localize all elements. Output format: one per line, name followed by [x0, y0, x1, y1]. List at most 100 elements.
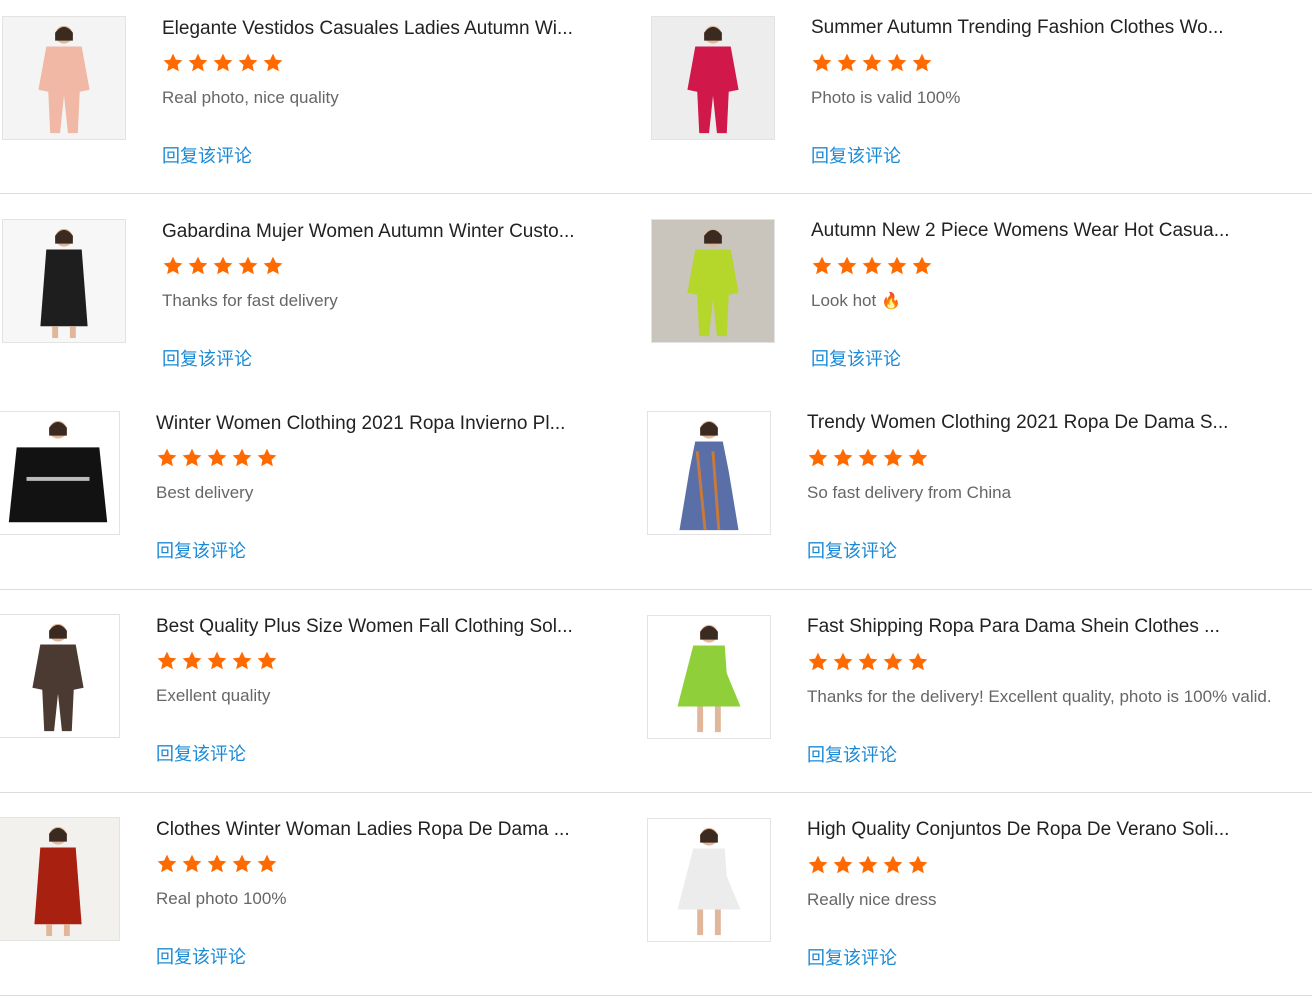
- product-title[interactable]: Fast Shipping Ropa Para Dama Shein Cloth…: [807, 615, 1237, 639]
- product-title[interactable]: High Quality Conjuntos De Ropa De Verano…: [807, 818, 1237, 842]
- reply-to-review-link[interactable]: 回复该评论: [162, 145, 252, 167]
- product-thumbnail[interactable]: [651, 219, 775, 343]
- star-icon: [156, 650, 178, 672]
- rating-stars: [807, 447, 929, 469]
- product-thumbnail[interactable]: [647, 818, 771, 942]
- star-icon: [907, 854, 929, 876]
- star-icon: [807, 854, 829, 876]
- star-icon: [187, 52, 209, 74]
- product-title[interactable]: Best Quality Plus Size Women Fall Clothi…: [156, 615, 586, 639]
- star-icon: [857, 854, 879, 876]
- fire-emoji-icon: 🔥: [881, 293, 902, 310]
- rating-stars: [807, 651, 929, 673]
- reply-to-review-link[interactable]: 回复该评论: [156, 540, 246, 562]
- row-divider: [646, 792, 1312, 793]
- star-icon: [212, 52, 234, 74]
- product-title[interactable]: Clothes Winter Woman Ladies Ropa De Dama…: [156, 818, 586, 842]
- rating-stars: [156, 650, 278, 672]
- product-title[interactable]: Summer Autumn Trending Fashion Clothes W…: [811, 16, 1241, 40]
- review-comment: Real photo 100%: [156, 888, 286, 910]
- review-item: Gabardina Mujer Women Autumn Winter Cust…: [2, 219, 642, 379]
- star-icon: [832, 854, 854, 876]
- reply-to-review-link[interactable]: 回复该评论: [156, 946, 246, 968]
- review-comment: Thanks for the delivery! Excellent quali…: [807, 686, 1272, 708]
- star-icon: [882, 854, 904, 876]
- star-icon: [206, 447, 228, 469]
- review-item: Fast Shipping Ropa Para Dama Shein Cloth…: [647, 615, 1287, 775]
- product-title[interactable]: Winter Women Clothing 2021 Ropa Invierno…: [156, 412, 586, 436]
- star-icon: [861, 52, 883, 74]
- star-icon: [231, 853, 253, 875]
- star-icon: [832, 447, 854, 469]
- rating-stars: [811, 255, 933, 277]
- product-thumbnail[interactable]: [647, 411, 771, 535]
- review-comment-text: Best delivery: [156, 483, 254, 502]
- reply-to-review-link[interactable]: 回复该评论: [811, 145, 901, 167]
- product-thumbnail[interactable]: [647, 615, 771, 739]
- rating-stars: [156, 853, 278, 875]
- review-comment-text: Look hot: [811, 291, 877, 310]
- product-title[interactable]: Autumn New 2 Piece Womens Wear Hot Casua…: [811, 219, 1241, 243]
- star-icon: [256, 447, 278, 469]
- star-icon: [187, 255, 209, 277]
- star-icon: [907, 447, 929, 469]
- review-comment-text: Thanks for fast delivery: [162, 291, 338, 310]
- star-icon: [256, 650, 278, 672]
- rating-stars: [162, 52, 284, 74]
- star-icon: [262, 52, 284, 74]
- review-item: High Quality Conjuntos De Ropa De Verano…: [647, 818, 1287, 978]
- star-icon: [836, 255, 858, 277]
- star-icon: [162, 255, 184, 277]
- star-icon: [907, 651, 929, 673]
- product-thumbnail[interactable]: [651, 16, 775, 140]
- star-icon: [811, 255, 833, 277]
- reply-to-review-link[interactable]: 回复该评论: [807, 540, 897, 562]
- review-comment-text: Real photo 100%: [156, 889, 287, 908]
- product-thumbnail[interactable]: [0, 817, 120, 941]
- row-divider: [0, 995, 646, 996]
- star-icon: [807, 651, 829, 673]
- reply-to-review-link[interactable]: 回复该评论: [156, 743, 246, 765]
- star-icon: [911, 52, 933, 74]
- reply-to-review-link[interactable]: 回复该评论: [811, 348, 901, 370]
- star-icon: [886, 52, 908, 74]
- star-icon: [857, 447, 879, 469]
- review-comment: Photo is valid 100%: [811, 87, 960, 109]
- product-thumbnail[interactable]: [0, 411, 120, 535]
- star-icon: [886, 255, 908, 277]
- product-title[interactable]: Gabardina Mujer Women Autumn Winter Cust…: [162, 220, 592, 244]
- star-icon: [162, 52, 184, 74]
- star-icon: [882, 447, 904, 469]
- review-item: Summer Autumn Trending Fashion Clothes W…: [651, 16, 1291, 176]
- star-icon: [911, 255, 933, 277]
- product-thumbnail[interactable]: [2, 219, 126, 343]
- row-divider: [0, 193, 650, 194]
- star-icon: [156, 853, 178, 875]
- review-comment-text: Photo is valid 100%: [811, 88, 961, 107]
- rating-stars: [162, 255, 284, 277]
- review-item: Elegante Vestidos Casuales Ladies Autumn…: [2, 16, 642, 176]
- reply-to-review-link[interactable]: 回复该评论: [807, 947, 897, 969]
- review-item: Best Quality Plus Size Women Fall Clothi…: [0, 614, 636, 774]
- reply-to-review-link[interactable]: 回复该评论: [807, 744, 897, 766]
- product-title[interactable]: Elegante Vestidos Casuales Ladies Autumn…: [162, 17, 592, 41]
- row-divider: [0, 792, 646, 793]
- review-comment-text: Exellent quality: [156, 686, 271, 705]
- product-title[interactable]: Trendy Women Clothing 2021 Ropa De Dama …: [807, 411, 1237, 435]
- reply-to-review-link[interactable]: 回复该评论: [162, 348, 252, 370]
- review-comment: Best delivery: [156, 482, 253, 504]
- product-thumbnail[interactable]: [0, 614, 120, 738]
- star-icon: [807, 447, 829, 469]
- star-icon: [811, 52, 833, 74]
- review-comment: Real photo, nice quality: [162, 87, 339, 109]
- row-divider: [650, 193, 1312, 194]
- star-icon: [181, 853, 203, 875]
- review-comment: Thanks for fast delivery: [162, 290, 338, 312]
- review-item: Clothes Winter Woman Ladies Ropa De Dama…: [0, 817, 636, 977]
- product-thumbnail[interactable]: [2, 16, 126, 140]
- review-item: Winter Women Clothing 2021 Ropa Invierno…: [0, 411, 636, 571]
- review-comment: So fast delivery from China: [807, 482, 1011, 504]
- review-comment: Look hot 🔥: [811, 290, 901, 313]
- star-icon: [206, 853, 228, 875]
- star-icon: [836, 52, 858, 74]
